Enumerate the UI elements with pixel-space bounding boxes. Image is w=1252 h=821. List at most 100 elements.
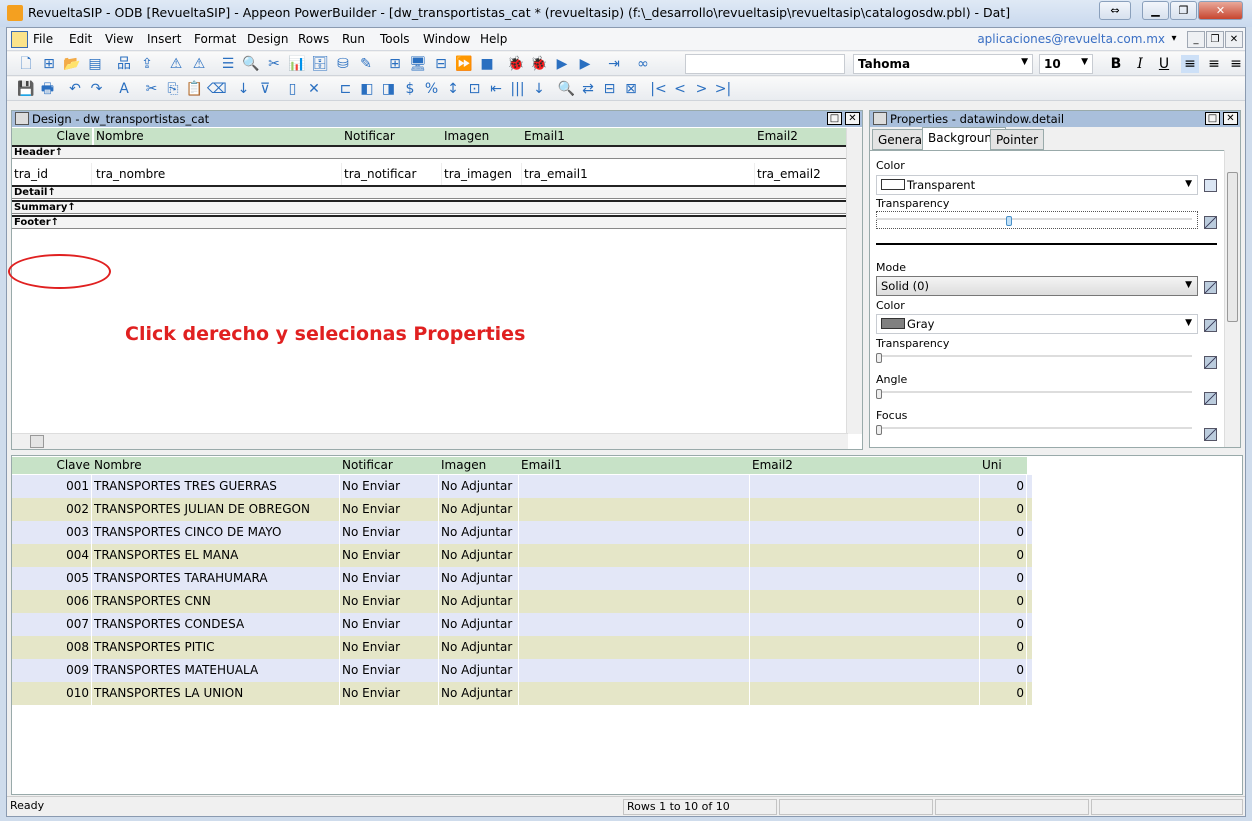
import-icon[interactable]: ▯: [284, 80, 302, 98]
grid-cell-notificar[interactable]: No Enviar: [340, 498, 439, 521]
grid-cell-email2[interactable]: [750, 498, 980, 521]
cut-object-icon[interactable]: ✂: [265, 55, 283, 73]
design-header-nombre[interactable]: Nombre: [94, 128, 342, 145]
table-row[interactable]: 005 TRANSPORTES TARAHUMARA No Enviar No Adj…: [12, 567, 1032, 590]
exit-icon[interactable]: ⇥: [605, 55, 623, 73]
menu-format[interactable]: Format: [194, 32, 236, 46]
menu-rows[interactable]: Rows: [298, 32, 329, 46]
close-properties-button[interactable]: ✕: [1223, 112, 1238, 125]
deploy-icon[interactable]: ⇪: [138, 55, 156, 73]
underline-button[interactable]: U: [1155, 55, 1173, 73]
browse-icon[interactable]: 🔍: [242, 55, 260, 73]
grid-cell-imagen[interactable]: No Adjuntar: [439, 682, 519, 705]
monitor-icon[interactable]: 🖥: [409, 55, 427, 73]
grid-header-notificar[interactable]: Notificar: [340, 457, 439, 474]
mode-select[interactable]: Solid (0) ▼: [876, 276, 1198, 296]
run-icon[interactable]: ▶: [553, 55, 571, 73]
zoom-icon[interactable]: 🔍: [558, 80, 576, 98]
grid-cell-imagen[interactable]: No Adjuntar: [439, 590, 519, 613]
table-row[interactable]: 003 TRANSPORTES CINCO DE MAYO No Enviar No …: [12, 521, 1032, 544]
table-row[interactable]: 008 TRANSPORTES PITIC No Enviar No Adjuntar…: [12, 636, 1032, 659]
grid-cell-imagen[interactable]: No Adjuntar: [439, 567, 519, 590]
grid-cell-notificar[interactable]: No Enviar: [340, 659, 439, 682]
list-icon[interactable]: ☰: [219, 55, 237, 73]
database-icon[interactable]: 🗄: [311, 55, 329, 73]
copy-icon[interactable]: ⎘: [164, 80, 182, 98]
grid-cell-email1[interactable]: [519, 521, 750, 544]
transparency-slider[interactable]: [876, 216, 1192, 234]
size-icon[interactable]: ⊡: [466, 80, 484, 98]
grid-cell-clave[interactable]: 009: [12, 659, 92, 682]
text-icon[interactable]: A: [115, 80, 133, 98]
save-icon[interactable]: 💾: [17, 80, 35, 98]
grid-header-nombre[interactable]: Nombre: [92, 457, 340, 474]
minimize-button[interactable]: ▁: [1142, 1, 1169, 20]
filter-icon[interactable]: ⊽: [256, 80, 274, 98]
band-footer[interactable]: Footer↑: [12, 215, 848, 229]
check-out-icon[interactable]: ⚠: [190, 55, 208, 73]
grid-header-email1[interactable]: Email1: [519, 457, 750, 474]
table-row[interactable]: 006 TRANSPORTES CNN No Enviar No Adjuntar 0: [12, 590, 1032, 613]
grid-cell-uni-neg[interactable]: 0: [980, 498, 1027, 521]
prev-icon[interactable]: <: [671, 80, 689, 98]
stop-icon[interactable]: ■: [478, 55, 496, 73]
appeon-icon[interactable]: ∞: [634, 55, 652, 73]
grid-cell-email2[interactable]: [750, 682, 980, 705]
band-summary[interactable]: Summary↑: [12, 200, 848, 214]
grid-cell-email1[interactable]: [519, 544, 750, 567]
grid-cell-email2[interactable]: [750, 590, 980, 613]
italic-button[interactable]: I: [1131, 55, 1149, 73]
transparency2-expression-button[interactable]: [1204, 356, 1217, 369]
grid-cell-email2[interactable]: [750, 544, 980, 567]
design-header-email2[interactable]: Email2: [755, 128, 847, 145]
grid-cell-nombre[interactable]: TRANSPORTES CINCO DE MAYO: [92, 521, 340, 544]
mdi-minimize-button[interactable]: _: [1187, 31, 1205, 48]
transparency2-slider[interactable]: [876, 353, 1192, 371]
maximize-properties-button[interactable]: □: [1205, 112, 1220, 125]
grid-header-email2[interactable]: Email2: [750, 457, 980, 474]
grid-cell-email1[interactable]: [519, 682, 750, 705]
grid-cell-email2[interactable]: [750, 521, 980, 544]
grid-cell-notificar[interactable]: No Enviar: [340, 521, 439, 544]
debug-window-icon[interactable]: ⊟: [432, 55, 450, 73]
design-column-tra_email1[interactable]: tra_email1: [522, 163, 755, 185]
color2-select[interactable]: Gray ▼: [876, 314, 1198, 334]
font-name-select[interactable]: Tahoma ▼: [853, 54, 1033, 74]
open-icon[interactable]: 📂: [63, 55, 81, 73]
structure-icon[interactable]: 品: [115, 55, 133, 73]
design-horizontal-scrollbar[interactable]: [12, 433, 848, 449]
grid-cell-email2[interactable]: [750, 475, 980, 498]
grid-cell-email1[interactable]: [519, 475, 750, 498]
table-row[interactable]: 009 TRANSPORTES MATEHUALA No Enviar No Adju…: [12, 659, 1032, 682]
grid-header-uni-neg[interactable]: Uni Neg: [980, 457, 1027, 489]
menu-insert[interactable]: Insert: [147, 32, 181, 46]
grid-cell-imagen[interactable]: No Adjuntar: [439, 475, 519, 498]
grid-cell-uni-neg[interactable]: 0: [980, 636, 1027, 659]
percent-icon[interactable]: %: [423, 80, 441, 98]
angle-slider[interactable]: [876, 389, 1192, 407]
grid-cell-email2[interactable]: [750, 636, 980, 659]
transparency-expression-button[interactable]: [1204, 216, 1217, 229]
cut-icon[interactable]: ✂: [143, 80, 161, 98]
bold-button[interactable]: B: [1107, 55, 1125, 73]
grid-cell-clave[interactable]: 010: [12, 682, 92, 705]
currency-icon[interactable]: $: [401, 80, 419, 98]
menu-tools[interactable]: Tools: [380, 32, 410, 46]
design-column-tra_notificar[interactable]: tra_notificar: [342, 163, 442, 185]
grid-cell-imagen[interactable]: No Adjuntar: [439, 659, 519, 682]
grid-cell-notificar[interactable]: No Enviar: [340, 590, 439, 613]
focus-slider[interactable]: [876, 425, 1192, 443]
delete-icon[interactable]: ✕: [305, 80, 323, 98]
clear-icon[interactable]: ⌫: [207, 80, 227, 98]
next-page-icon[interactable]: >: [693, 80, 711, 98]
align-center-button[interactable]: ≡: [1205, 55, 1223, 73]
grid-cell-clave[interactable]: 006: [12, 590, 92, 613]
design-column-tra_email2[interactable]: tra_email2: [755, 163, 847, 185]
switch-button[interactable]: ⇔: [1099, 1, 1131, 20]
grid-cell-imagen[interactable]: No Adjuntar: [439, 521, 519, 544]
grid-cell-email1[interactable]: [519, 567, 750, 590]
band-header[interactable]: Header↑: [12, 145, 848, 159]
debug-icon[interactable]: 🐞: [507, 55, 525, 73]
close-pane-button[interactable]: ✕: [845, 112, 860, 125]
grid-cell-uni-neg[interactable]: 0: [980, 567, 1027, 590]
